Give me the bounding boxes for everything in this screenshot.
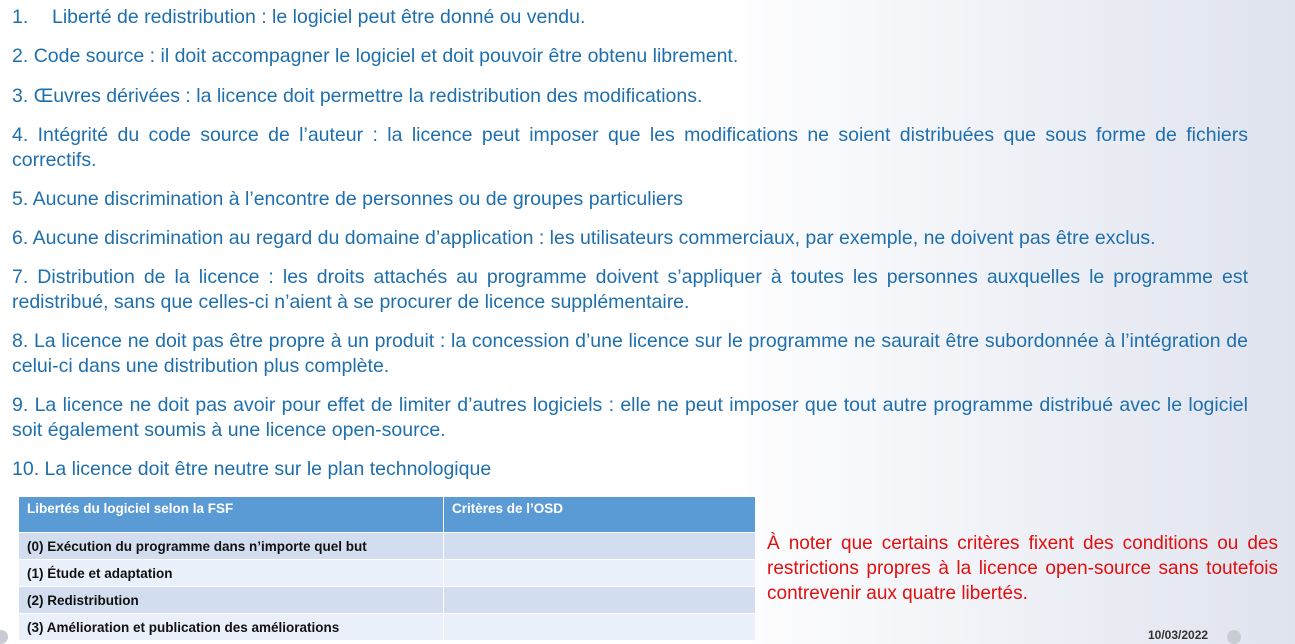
criterion-number: 9. [12,394,29,416]
table-cell-criteria [443,559,756,587]
criterion-text: Aucune discrimination au regard du domai… [32,227,1156,249]
criterion-number: 5. [12,188,29,210]
table-header-fsf: Libertés du logiciel selon la FSF [18,496,444,533]
criterion-text: La licence ne doit pas avoir pour effet … [12,394,1248,441]
slide: 1. Liberté de redistribution : le logicie… [0,0,1295,644]
table-cell-freedom: (3) Amélioration et publication des amél… [18,613,444,641]
criterion-7: 7. Distribution de la licence : les droi… [12,265,1248,314]
criterion-10: 10. La licence doit être neutre sur le p… [12,457,1248,482]
table-cell-criteria [443,613,756,641]
criterion-8: 8. La licence ne doit pas être propre à … [12,329,1248,378]
criterion-number: 2. [12,45,29,67]
table-cell-criteria [443,532,756,560]
criterion-1: 1. Liberté de redistribution : le logicie… [12,5,1248,30]
criterion-9: 9. La licence ne doit pas avoir pour eff… [12,393,1248,442]
criterion-text: Aucune discrimination à l’encontre de pe… [32,188,683,210]
criterion-number: 1. [12,6,29,28]
table-header-osd: Critères de l’OSD [443,496,756,533]
criterion-number: 7. [12,266,29,288]
criterion-number: 6. [12,227,29,249]
table-cell-freedom: (0) Exécution du programme dans n’import… [18,532,444,560]
table-cell-freedom: (2) Redistribution [18,586,444,614]
criterion-text: Code source : il doit accompagner le log… [33,45,739,67]
table-row: (2) Redistribution [18,586,756,614]
criterion-text: Intégrité du code source de l’auteur : l… [12,124,1248,171]
criterion-6: 6. Aucune discrimination au regard du do… [12,226,1248,251]
table-header-row: Libertés du logiciel selon la FSF Critèr… [18,496,756,533]
criterion-4: 4. Intégrité du code source de l’auteur … [12,123,1248,172]
prev-slide-icon[interactable] [0,630,8,644]
criterion-text: Distribution de la licence : les droits … [12,266,1248,313]
criterion-number: 3. [12,85,29,107]
criterion-number: 10. [12,458,40,480]
red-note: À noter que certains critères fixent des… [767,533,1278,604]
criterion-text: Liberté de redistribution : le logiciel … [52,6,586,28]
table-row: (0) Exécution du programme dans n’import… [18,532,756,560]
table-cell-criteria [443,586,756,614]
criterion-2: 2. Code source : il doit accompagner le … [12,44,1248,69]
fsf-osd-comparison-table: Libertés du logiciel selon la FSF Critèr… [18,496,756,641]
criterion-text: La licence ne doit pas être propre à un … [12,330,1248,377]
table-row: (3) Amélioration et publication des amél… [18,613,756,641]
criterion-5: 5. Aucune discrimination à l’encontre de… [12,187,1248,212]
next-slide-icon[interactable] [1227,630,1241,644]
criterion-number: 8. [12,330,29,352]
table-row: (1) Étude et adaptation [18,559,756,587]
criterion-3: 3. Œuvres dérivées : la licence doit per… [12,84,1248,109]
footer-date: 10/03/2022 [1148,628,1209,642]
criterion-text: Œuvres dérivées : la licence doit permet… [33,85,703,107]
criterion-text: La licence doit être neutre sur le plan … [44,458,492,480]
table-cell-freedom: (1) Étude et adaptation [18,559,444,587]
criterion-number: 4. [12,124,29,146]
